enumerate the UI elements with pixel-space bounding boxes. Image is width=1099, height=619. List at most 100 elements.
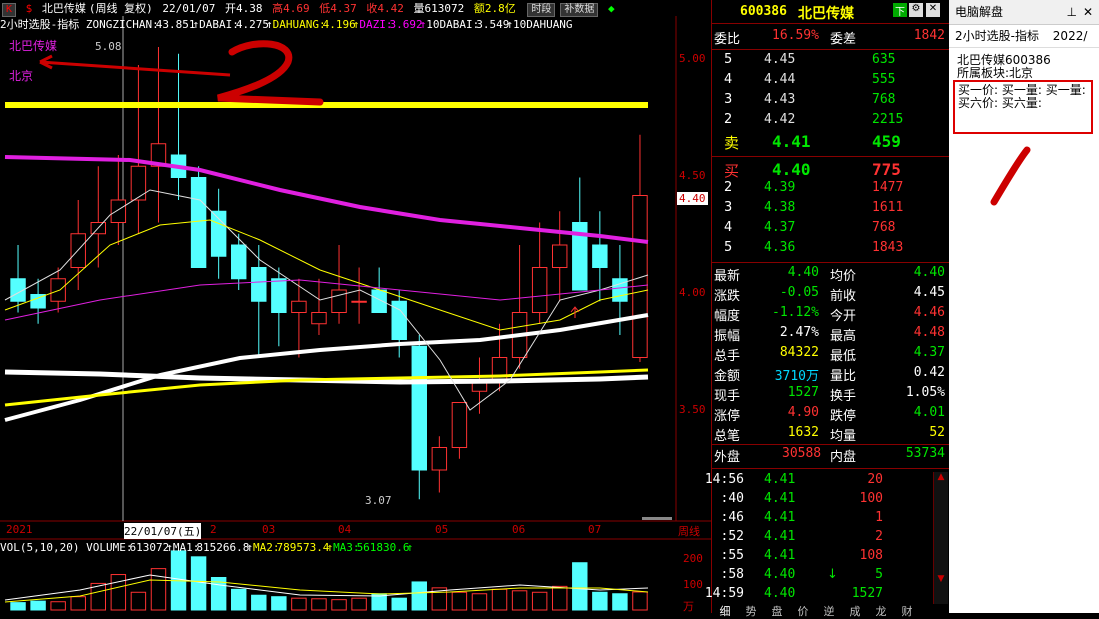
candle-body[interactable] xyxy=(311,312,327,325)
candle-body[interactable] xyxy=(411,345,428,471)
candle-body[interactable] xyxy=(592,244,608,268)
tick-time: :58 xyxy=(720,567,744,582)
buy-level-row[interactable]: 2 4.39 1477 xyxy=(712,180,949,200)
sell-level: 5 xyxy=(724,52,733,67)
panel-close-icon[interactable]: ✕ xyxy=(1083,0,1093,24)
scroll-down-icon[interactable]: ▼ xyxy=(934,574,948,584)
scroll-indicator[interactable] xyxy=(642,517,672,520)
sell-level: 3 xyxy=(724,92,733,107)
period-tab[interactable]: 周线 xyxy=(678,523,700,539)
buy-price: 4.36 xyxy=(764,240,796,255)
tool-icon[interactable]: ⚙ xyxy=(909,3,923,17)
down-icon[interactable]: 下 xyxy=(893,3,907,18)
indicator-value: 43.851 xyxy=(155,18,196,31)
tick-time: :40 xyxy=(720,491,744,506)
candle-body[interactable] xyxy=(351,300,367,303)
volume-tick: 100 xyxy=(683,578,703,591)
candle-body[interactable] xyxy=(130,165,147,201)
stat-label: 换手 xyxy=(830,389,857,404)
quote-tab[interactable]: 财 xyxy=(894,603,920,619)
diamond-icon[interactable]: ◆ xyxy=(608,2,615,15)
tick-row: :58 4.40 5 ↓ xyxy=(712,567,949,587)
box-line-2: 买六价: 买六量: xyxy=(958,96,1042,110)
candle-body[interactable] xyxy=(271,278,287,313)
sell-level-row[interactable]: 3 4.43 768 xyxy=(712,92,949,112)
buy-level-row[interactable]: 4 4.37 768 xyxy=(712,220,949,240)
annotation-two xyxy=(217,40,324,106)
kline-chart[interactable] xyxy=(0,0,711,613)
tick-price: 4.41 xyxy=(764,548,796,563)
fill-data-button[interactable]: 补数据 xyxy=(560,3,599,17)
tick-volume: 1 xyxy=(875,510,883,525)
indicator-name: 2小时选股-指标 xyxy=(0,18,80,31)
quote-code: 600386 xyxy=(740,4,787,19)
sell-level-row[interactable]: 卖 4.41 459 xyxy=(712,132,949,152)
volume-bar xyxy=(592,591,608,611)
waipan-label: 外盘 xyxy=(714,450,741,465)
candle-body[interactable] xyxy=(110,199,127,223)
weibi-value: 16.59% xyxy=(772,28,819,43)
close-icon[interactable]: ✕ xyxy=(926,3,940,17)
quote-tab[interactable]: 势 xyxy=(738,603,764,619)
stat-label: 涨停 xyxy=(714,409,741,424)
stat-row: 涨停 4.90 跌停 4.01 xyxy=(712,405,949,425)
analysis-title: 电脑解盘 ⊥ ✕ xyxy=(949,0,1099,25)
indicator-value: 3.549 xyxy=(476,18,510,31)
candle-body[interactable] xyxy=(190,177,207,268)
candle-body[interactable] xyxy=(431,447,448,471)
analysis-subheader: 2小时选股-指标 2022/ xyxy=(949,25,1099,48)
candle-body[interactable] xyxy=(230,244,247,280)
candle-body[interactable] xyxy=(291,300,307,313)
candle-body[interactable] xyxy=(632,195,648,358)
sell-volume: 555 xyxy=(872,72,896,87)
buy-level-row[interactable]: 3 4.38 1611 xyxy=(712,200,949,220)
tick-scrollbar[interactable]: ▲ ▼ xyxy=(933,472,948,604)
candle-body[interactable] xyxy=(551,244,568,268)
tick-row: :40 4.41 100 xyxy=(712,491,949,511)
candle-body[interactable] xyxy=(371,289,387,313)
scroll-up-icon[interactable]: ▲ xyxy=(934,472,948,482)
volume-bar xyxy=(70,596,86,611)
stat-row: 现手 1527 换手 1.05% xyxy=(712,385,949,405)
down-arrow-icon: ↓ xyxy=(827,567,838,582)
quote-tab[interactable]: 价 xyxy=(790,603,816,619)
amount-label: 额 xyxy=(473,2,485,15)
volume-bar xyxy=(612,593,628,611)
ma-white-rising xyxy=(4,313,649,422)
stat-row: 最新 4.40 均价 4.40 xyxy=(712,265,949,285)
sell-level-row[interactable]: 2 4.42 2215 xyxy=(712,112,949,132)
sell-level: 2 xyxy=(724,112,733,127)
sell-volume: 459 xyxy=(872,132,901,151)
stat-value: 84322 xyxy=(779,345,819,360)
quote-tab[interactable]: 成 xyxy=(842,603,868,619)
stat-label: 今开 xyxy=(830,309,857,324)
quote-tab[interactable]: 细 xyxy=(712,603,738,619)
quote-tab[interactable]: 龙 xyxy=(868,603,894,619)
candle-body[interactable] xyxy=(531,267,548,313)
volume-bar xyxy=(491,588,508,611)
quote-tab[interactable]: 盘 xyxy=(764,603,790,619)
buy-level-row[interactable]: 买 4.40 775 xyxy=(712,160,949,180)
candle-body[interactable] xyxy=(451,402,468,448)
sell-level-row[interactable]: 5 4.45 635 xyxy=(712,52,949,72)
sell-level-row[interactable]: 4 4.44 555 xyxy=(712,72,949,92)
volume-bar xyxy=(331,599,347,611)
stat-value: 4.01 xyxy=(913,405,945,420)
quote-tab[interactable]: 逆 xyxy=(816,603,842,619)
tick-price: 4.41 xyxy=(764,472,796,487)
stat-row: 涨跌 -0.05 前收 4.45 xyxy=(712,285,949,305)
volume-bar xyxy=(10,602,26,611)
candle-body[interactable] xyxy=(331,289,347,313)
buy-level: 5 xyxy=(724,240,733,255)
stat-label: 均价 xyxy=(830,269,857,284)
candle-body[interactable] xyxy=(50,278,66,302)
price-tick: 3.50 xyxy=(679,403,706,416)
menu-icon[interactable]: K xyxy=(2,3,17,17)
stat-value: 1.05% xyxy=(905,385,945,400)
phase-button[interactable]: 时段 xyxy=(527,3,556,17)
buy-level-row[interactable]: 5 4.36 1843 xyxy=(712,240,949,260)
sell-price: 4.42 xyxy=(764,112,796,127)
candle-body[interactable] xyxy=(251,267,267,302)
volume-bar xyxy=(251,594,267,611)
pin-icon[interactable]: ⊥ xyxy=(1067,0,1077,24)
